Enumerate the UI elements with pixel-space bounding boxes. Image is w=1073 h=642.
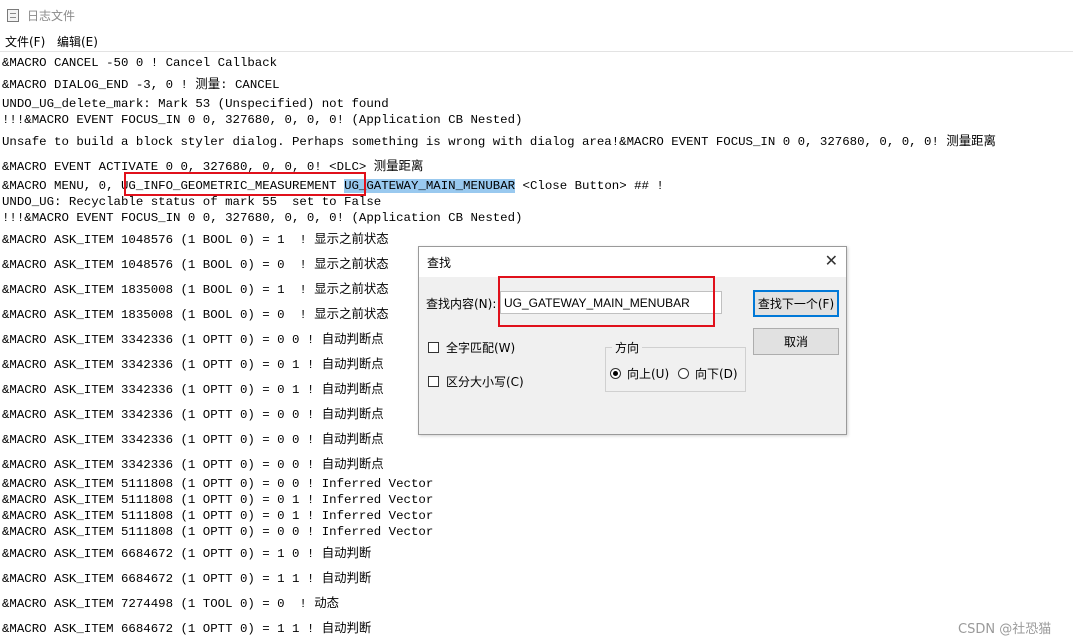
log-line: UNDO_UG: Recyclable status of mark 55 se…: [2, 195, 382, 209]
log-line: &MACRO ASK_ITEM 3342336 (1 OPTT 0) = 0 0…: [2, 333, 384, 347]
log-line: &MACRO ASK_ITEM 6684672 (1 OPTT 0) = 1 0…: [2, 547, 372, 561]
find-dialog: 查找 ✕ 查找内容(N): 查找下一个(F) 取消 全字匹配(W) 区分大小写(…: [418, 246, 847, 435]
log-line: &MACRO ASK_ITEM 5111808 (1 OPTT 0) = 0 1…: [2, 509, 434, 523]
log-line: &MACRO ASK_ITEM 3342336 (1 OPTT 0) = 0 0…: [2, 458, 384, 472]
log-line: &MACRO ASK_ITEM 5111808 (1 OPTT 0) = 0 0…: [2, 477, 434, 491]
log-line: !!!&MACRO EVENT FOCUS_IN 0 0, 327680, 0,…: [2, 211, 523, 225]
log-line: &MACRO ASK_ITEM 7274498 (1 TOOL 0) = 0 !…: [2, 597, 340, 611]
find-next-button[interactable]: 查找下一个(F): [753, 290, 839, 317]
log-line: UNDO_UG_delete_mark: Mark 53 (Unspecifie…: [2, 97, 389, 111]
match-case-label: 区分大小写(C): [446, 375, 524, 389]
notepad-icon: [7, 9, 19, 22]
title-bar: 日志文件: [0, 0, 1073, 31]
log-line: &MACRO ASK_ITEM 1048576 (1 BOOL 0) = 1 !…: [2, 233, 389, 247]
menu-bar: 文件(F) 编辑(E): [0, 31, 1073, 52]
log-line: &MACRO ASK_ITEM 3342336 (1 OPTT 0) = 0 1…: [2, 358, 384, 372]
match-case-checkbox[interactable]: 区分大小写(C): [428, 373, 524, 390]
log-line: &MACRO CANCEL -50 0 ! Cancel Callback: [2, 56, 278, 70]
checkbox-unchecked[interactable]: [428, 342, 439, 353]
watermark: CSDN @社恐猫: [958, 622, 1052, 637]
log-line-menu: &MACRO MENU, 0, UG_INFO_GEOMETRIC_MEASUR…: [2, 179, 664, 193]
cancel-button[interactable]: 取消: [753, 328, 839, 355]
direction-up-radio[interactable]: 向上(U): [610, 365, 669, 382]
menu-line-suffix: <Close Button> ## !: [515, 179, 664, 193]
direction-down-radio[interactable]: 向下(D): [678, 365, 738, 382]
menu-edit[interactable]: 编辑(E): [57, 33, 98, 50]
log-line: &MACRO EVENT ACTIVATE 0 0, 327680, 0, 0,…: [2, 160, 424, 174]
log-line: &MACRO ASK_ITEM 6684672 (1 OPTT 0) = 1 1…: [2, 572, 372, 586]
log-line: &MACRO ASK_ITEM 5111808 (1 OPTT 0) = 0 0…: [2, 525, 434, 539]
search-match-highlight: UG_GATEWAY_MAIN_MENUBAR: [344, 179, 516, 193]
find-dialog-title: 查找: [427, 256, 452, 270]
menu-file[interactable]: 文件(F): [5, 33, 45, 50]
radio-checked[interactable]: [610, 368, 621, 379]
find-dialog-title-bar: 查找 ✕: [419, 247, 846, 277]
menu-line-prefix: &MACRO MENU, 0,: [2, 179, 121, 193]
match-whole-word-label: 全字匹配(W): [446, 341, 516, 355]
direction-up-label: 向上(U): [627, 367, 670, 381]
find-what-input[interactable]: [500, 291, 722, 314]
log-line: &MACRO ASK_ITEM 6684672 (1 OPTT 0) = 1 1…: [2, 622, 372, 636]
radio-unchecked[interactable]: [678, 368, 689, 379]
log-line: !!!&MACRO EVENT FOCUS_IN 0 0, 327680, 0,…: [2, 113, 523, 127]
log-line: &MACRO ASK_ITEM 1835008 (1 BOOL 0) = 1 !…: [2, 283, 389, 297]
log-line: &MACRO ASK_ITEM 1048576 (1 BOOL 0) = 0 !…: [2, 258, 389, 272]
log-line: &MACRO ASK_ITEM 3342336 (1 OPTT 0) = 0 0…: [2, 408, 384, 422]
log-line: &MACRO DIALOG_END -3, 0 ! 测量: CANCEL: [2, 78, 280, 92]
log-line: Unsafe to build a block styler dialog. P…: [2, 135, 996, 149]
direction-group: 方向 向上(U) 向下(D): [605, 339, 746, 392]
menu-line-boxed-text: UG_INFO_GEOMETRIC_MEASUREMENT: [120, 179, 337, 193]
direction-down-label: 向下(D): [695, 367, 738, 381]
window-title: 日志文件: [27, 9, 76, 23]
checkbox-unchecked[interactable]: [428, 376, 439, 387]
find-what-label: 查找内容(N):: [426, 297, 497, 311]
log-line: &MACRO ASK_ITEM 3342336 (1 OPTT 0) = 0 0…: [2, 433, 384, 447]
log-line: &MACRO ASK_ITEM 5111808 (1 OPTT 0) = 0 1…: [2, 493, 434, 507]
log-line: &MACRO ASK_ITEM 3342336 (1 OPTT 0) = 0 1…: [2, 383, 384, 397]
log-line: &MACRO ASK_ITEM 1835008 (1 BOOL 0) = 0 !…: [2, 308, 389, 322]
match-whole-word-checkbox[interactable]: 全字匹配(W): [428, 339, 515, 356]
close-icon[interactable]: ✕: [825, 252, 838, 270]
direction-label: 方向: [612, 339, 643, 356]
